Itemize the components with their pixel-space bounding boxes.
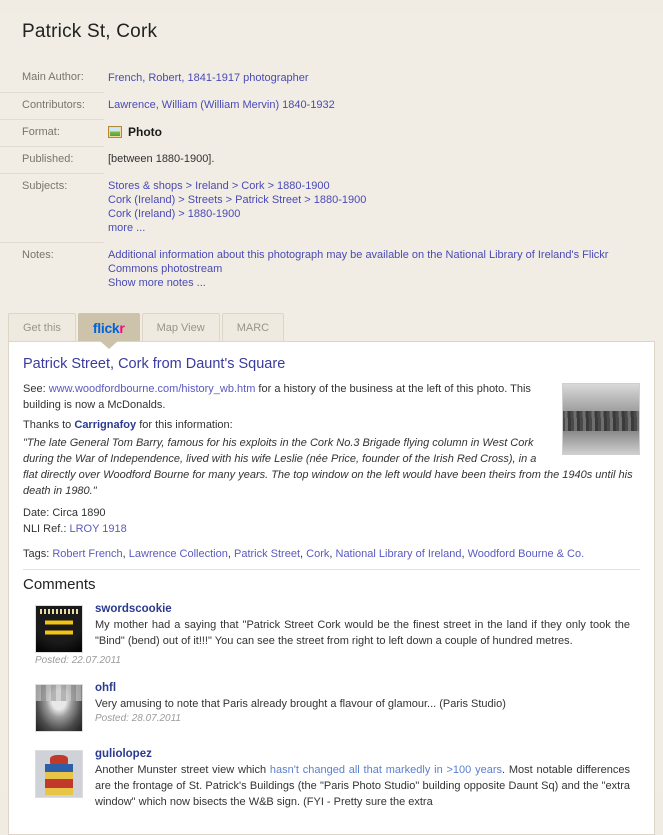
action-figure-avatar[interactable] bbox=[35, 750, 83, 799]
comment-author-link[interactable]: guliolopez bbox=[95, 748, 152, 760]
comment-text: Another Munster street view which hasn't… bbox=[95, 762, 630, 810]
date-line: Date: Circa 1890 bbox=[23, 505, 640, 521]
date-label: Date: bbox=[23, 507, 50, 520]
tab-map-view-label: Map View bbox=[156, 321, 205, 334]
format-value: Photo bbox=[128, 125, 162, 140]
tag-link[interactable]: Patrick Street bbox=[234, 548, 300, 560]
page-title: Patrick St, Cork bbox=[22, 20, 158, 42]
flickr-photo-title: Patrick Street, Cork from Daunt's Square bbox=[23, 356, 286, 373]
flickr-description: See: www.woodfordbourne.com/history_wb.h… bbox=[23, 381, 640, 413]
nli-ref-line: NLI Ref.: LROY 1918 bbox=[23, 521, 640, 537]
tag-link[interactable]: National Library of Ireland bbox=[336, 548, 462, 560]
published-value: [between 1880-1900]. bbox=[108, 153, 215, 166]
main-author-link[interactable]: French, Robert, 1841-1917 photographer bbox=[108, 71, 639, 85]
field-value-contributors: Lawrence, William (William Mervin) 1840-… bbox=[104, 92, 663, 119]
tab-flickr[interactable]: flickr bbox=[77, 313, 140, 342]
show-more-notes-link[interactable]: Show more notes ... bbox=[108, 276, 639, 290]
view-tabs: Get this flickr Map View MARC bbox=[8, 311, 663, 342]
tab-map-view[interactable]: Map View bbox=[141, 313, 220, 342]
record-row-main-author: Main Author: French, Robert, 1841-1917 p… bbox=[0, 65, 663, 92]
comment-posted-date: Posted: 28.07.2011 bbox=[95, 713, 181, 725]
subject-link-1[interactable]: Stores & shops > Ireland > Cork > 1880-1… bbox=[108, 179, 639, 193]
record-row-notes: Notes: Additional information about this… bbox=[0, 241, 663, 298]
comment-author-link[interactable]: ohfl bbox=[95, 682, 116, 694]
field-value-subjects: Stores & shops > Ireland > Cork > 1880-1… bbox=[104, 173, 663, 242]
tags-label: Tags: bbox=[23, 548, 50, 561]
contributor-link[interactable]: Lawrence, William (William Mervin) 1840-… bbox=[108, 98, 639, 112]
date-value: Circa 1890 bbox=[52, 507, 106, 520]
record-page: Patrick St, Cork Main Author: French, Ro… bbox=[0, 12, 663, 835]
tag-link[interactable]: Lawrence Collection bbox=[129, 548, 228, 560]
comment-text-before: Another Munster street view which bbox=[95, 764, 270, 777]
comment-text: My mother had a saying that "Patrick Str… bbox=[95, 619, 630, 648]
woodfordbourne-link[interactable]: www.woodfordbourne.com/history_wb.htm bbox=[49, 383, 256, 395]
see-prefix: See: bbox=[23, 383, 46, 396]
tab-marc[interactable]: MARC bbox=[221, 313, 285, 342]
thanks-line: Thanks to Carrignafoy for this informati… bbox=[23, 417, 640, 433]
carrignafoy-user-link[interactable]: Carrignafoy bbox=[74, 419, 136, 431]
photo-thumbnail[interactable] bbox=[562, 383, 640, 456]
comment-item: guliolopez Another Munster street view w… bbox=[23, 748, 640, 810]
flickr-logo-icon: flickr bbox=[92, 319, 125, 336]
field-label-notes: Notes: bbox=[0, 241, 104, 298]
record-details-table: Main Author: French, Robert, 1841-1917 p… bbox=[0, 65, 663, 298]
record-row-contributors: Contributors: Lawrence, William (William… bbox=[0, 91, 663, 120]
photo-icon bbox=[108, 126, 122, 139]
field-value-published: [between 1880-1900]. bbox=[104, 146, 663, 173]
field-label-main-author: Main Author: bbox=[22, 71, 84, 84]
comment-inline-link[interactable]: hasn't changed all that markedly in >100… bbox=[270, 764, 502, 776]
tab-get-this[interactable]: Get this bbox=[8, 313, 76, 342]
comment-text: Very amusing to note that Paris already … bbox=[95, 698, 506, 711]
tags-line: Tags: Robert French, Lawrence Collection… bbox=[23, 547, 640, 571]
comment-posted-date: Posted: 22.07.2011 bbox=[35, 655, 121, 667]
record-row-published: Published: [between 1880-1900]. bbox=[0, 145, 663, 174]
tag-link[interactable]: Cork bbox=[306, 548, 329, 560]
subjects-more-link[interactable]: more ... bbox=[108, 221, 639, 235]
comments-heading: Comments bbox=[23, 576, 96, 594]
record-row-format: Format: Photo bbox=[0, 118, 663, 147]
quoted-information: "The late General Tom Barry, famous for … bbox=[23, 437, 633, 498]
nli-ref-label: NLI Ref.: bbox=[23, 523, 67, 536]
field-label-subjects: Subjects: bbox=[0, 172, 104, 243]
field-label-published: Published: bbox=[0, 145, 104, 174]
subject-link-2[interactable]: Cork (Ireland) > Streets > Patrick Stree… bbox=[108, 193, 639, 207]
thanks-prefix: Thanks to bbox=[23, 419, 72, 432]
field-value-main-author: French, Robert, 1841-1917 photographer bbox=[104, 65, 663, 92]
comment-author-link[interactable]: swordscookie bbox=[95, 603, 172, 615]
tag-link[interactable]: Robert French bbox=[52, 548, 122, 560]
comment-item: ohfl Very amusing to note that Paris alr… bbox=[23, 682, 640, 733]
young-munster-rfc-crest-avatar[interactable] bbox=[35, 605, 83, 654]
nli-ref-link[interactable]: LROY 1918 bbox=[69, 523, 126, 535]
subject-link-3[interactable]: Cork (Ireland) > 1880-1900 bbox=[108, 207, 639, 221]
record-row-subjects: Subjects: Stores & shops > Ireland > Cor… bbox=[0, 172, 663, 243]
comment-item: swordscookie My mother had a saying that… bbox=[23, 603, 640, 654]
flickr-panel: Patrick Street, Cork from Daunt's Square… bbox=[8, 341, 655, 835]
man-portrait-avatar[interactable] bbox=[35, 684, 83, 733]
field-label-contributors: Contributors: bbox=[0, 91, 104, 120]
field-value-notes: Additional information about this photog… bbox=[104, 242, 663, 297]
tag-link[interactable]: Woodford Bourne & Co. bbox=[468, 548, 585, 560]
tab-get-this-label: Get this bbox=[23, 321, 61, 334]
tab-marc-label: MARC bbox=[236, 321, 270, 334]
thanks-suffix: for this information: bbox=[139, 419, 233, 432]
field-value-format: Photo bbox=[104, 119, 663, 146]
field-label-format: Format: bbox=[0, 118, 104, 147]
notes-flickr-commons-link[interactable]: Additional information about this photog… bbox=[108, 248, 639, 276]
